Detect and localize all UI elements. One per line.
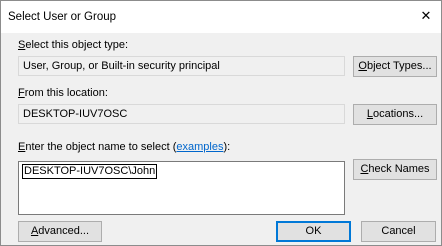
close-button[interactable]: ✕ [411,1,441,31]
examples-link[interactable]: examples [176,141,223,153]
object-type-field: User, Group, or Built-in security princi… [18,56,345,76]
ok-button[interactable]: OK [276,221,351,242]
location-field: DESKTOP-IUV7OSC [18,104,345,124]
select-user-dialog: Select User or Group ✕ Select this objec… [0,0,442,246]
title-bar: Select User or Group ✕ [1,1,441,33]
object-types-button[interactable]: Object Types... [353,56,437,77]
locations-button[interactable]: Locations... [353,104,437,125]
cancel-button[interactable]: Cancel [361,221,436,242]
advanced-button[interactable]: Advanced... [18,221,102,242]
dialog-title: Select User or Group [8,11,117,23]
location-label: From this location: [18,87,108,99]
check-names-button[interactable]: Check Names [353,159,437,180]
object-name-label: Enter the object name to select (example… [18,141,231,153]
object-name-input[interactable]: DESKTOP-IUV7OSC\John [18,161,345,215]
object-name-value: DESKTOP-IUV7OSC\John [22,164,158,179]
close-icon: ✕ [420,8,432,23]
object-type-label: Select this object type: [18,39,129,51]
